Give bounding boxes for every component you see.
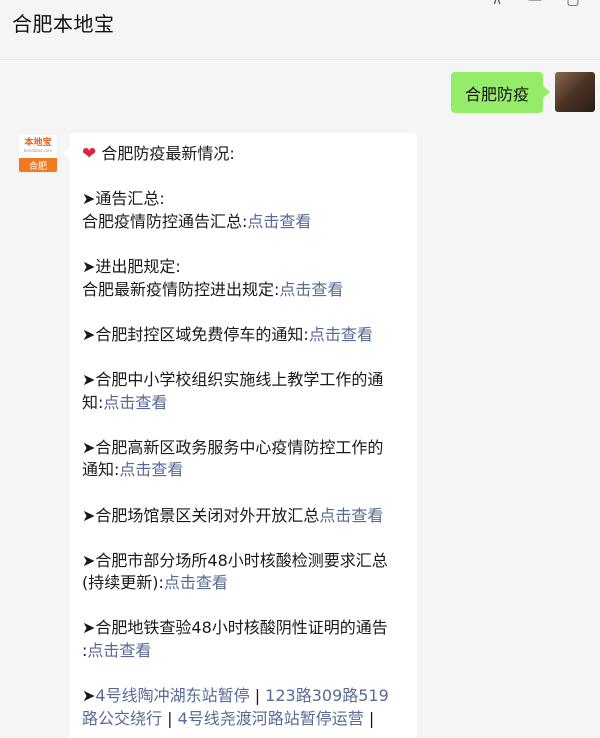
logo-brand-text: 本地宝 bbox=[24, 138, 52, 148]
message-header: ❤ 合肥防疫最新情况: bbox=[82, 143, 405, 166]
item-8-line-1: ➤合肥地铁查验48小时核酸阴性证明的通告 bbox=[82, 618, 388, 638]
item-8-line-2: :点击查看 bbox=[82, 640, 405, 663]
item-2-row: 合肥最新疫情防控进出规定:点击查看 bbox=[82, 279, 405, 302]
item-1-title: ➤通告汇总: bbox=[82, 189, 165, 209]
separator: | bbox=[254, 686, 261, 706]
item-1-link[interactable]: 点击查看 bbox=[247, 212, 311, 231]
outgoing-message-bubble[interactable]: 合肥防疫 bbox=[451, 72, 551, 113]
sender-logo: 本地宝 bendibao.com bbox=[19, 134, 57, 158]
item-9-line-1: ➤4号线陶冲湖东站暂停 | 123路309路519 bbox=[82, 685, 405, 708]
item-9-link-2[interactable]: 123路309路519 bbox=[265, 686, 389, 705]
pin-icon[interactable]: ⊼ bbox=[487, 0, 507, 10]
header-text: 合肥防疫最新情况: bbox=[101, 144, 235, 163]
item-7-link[interactable]: 点击查看 bbox=[164, 573, 228, 592]
item-5-text: 通知: bbox=[82, 460, 120, 480]
item-9-link-4[interactable]: 4号线尧渡河路站暂停运营 bbox=[178, 709, 364, 728]
item-2-title: ➤进出肥规定: bbox=[82, 256, 181, 276]
item-5-line-2: 通知:点击查看 bbox=[82, 459, 405, 482]
item-9-arrow: ➤ bbox=[82, 686, 96, 706]
item-5-link[interactable]: 点击查看 bbox=[119, 460, 183, 479]
item-5-line-1: ➤合肥高新区政务服务中心疫情防控工作的 bbox=[82, 437, 384, 457]
item-3-text: ➤合肥封控区域免费停车的通知: bbox=[82, 324, 309, 344]
sender-avatar[interactable]: 本地宝 bendibao.com 合肥 bbox=[18, 133, 58, 173]
item-9-line-2: 路公交绕行 | 4号线尧渡河路站暂停运营 | bbox=[82, 708, 405, 731]
item-7-line-2: (持续更新):点击查看 bbox=[82, 572, 405, 595]
item-1-text: 合肥疫情防控通告汇总: bbox=[82, 211, 248, 231]
outgoing-message-text: 合肥防疫 bbox=[465, 84, 530, 104]
minimize-icon[interactable]: — bbox=[525, 0, 545, 10]
item-4-link[interactable]: 点击查看 bbox=[103, 393, 167, 412]
item-7-line-1: ➤合肥市部分场所48小时核酸检测要求汇总 bbox=[82, 550, 388, 570]
maximize-icon[interactable]: ▢ bbox=[563, 0, 583, 10]
heart-icon: ❤ bbox=[82, 144, 97, 164]
separator: | bbox=[167, 708, 173, 728]
item-1-row: 合肥疫情防控通告汇总:点击查看 bbox=[82, 211, 405, 234]
title-bar: 合肥本地宝 ⊼ — ▢ bbox=[0, 0, 600, 60]
item-3-row: ➤合肥封控区域免费停车的通知:点击查看 bbox=[82, 324, 405, 347]
my-avatar[interactable] bbox=[555, 72, 595, 112]
chat-title: 合肥本地宝 bbox=[12, 12, 115, 36]
logo-domain-text: bendibao.com bbox=[23, 148, 53, 153]
item-2-text: 合肥最新疫情防控进出规定: bbox=[82, 279, 280, 299]
logo-city-text: 合肥 bbox=[19, 158, 57, 172]
item-9-link-1[interactable]: 4号线陶冲湖东站暂停 bbox=[95, 686, 249, 705]
item-6-text: ➤合肥场馆景区关闭对外开放汇总 bbox=[82, 505, 320, 525]
item-8-link[interactable]: 点击查看 bbox=[87, 641, 151, 660]
incoming-message-bubble: ❤ 合肥防疫最新情况: ➤通告汇总: 合肥疫情防控通告汇总:点击查看 ➤进出肥规… bbox=[63, 133, 417, 738]
item-6-link[interactable]: 点击查看 bbox=[319, 506, 383, 525]
item-3-link[interactable]: 点击查看 bbox=[309, 325, 373, 344]
item-6-row: ➤合肥场馆景区关闭对外开放汇总点击查看 bbox=[82, 505, 405, 528]
item-4-line-2: 知:点击查看 bbox=[82, 392, 405, 415]
item-2-link[interactable]: 点击查看 bbox=[279, 280, 343, 299]
separator: | bbox=[368, 708, 375, 728]
item-7-text: (持续更新): bbox=[82, 573, 164, 593]
item-4-line-1: ➤合肥中小学校组织实施线上教学工作的通 bbox=[82, 369, 384, 389]
item-9-link-3[interactable]: 路公交绕行 bbox=[82, 709, 162, 728]
item-4-text: 知: bbox=[82, 392, 104, 412]
